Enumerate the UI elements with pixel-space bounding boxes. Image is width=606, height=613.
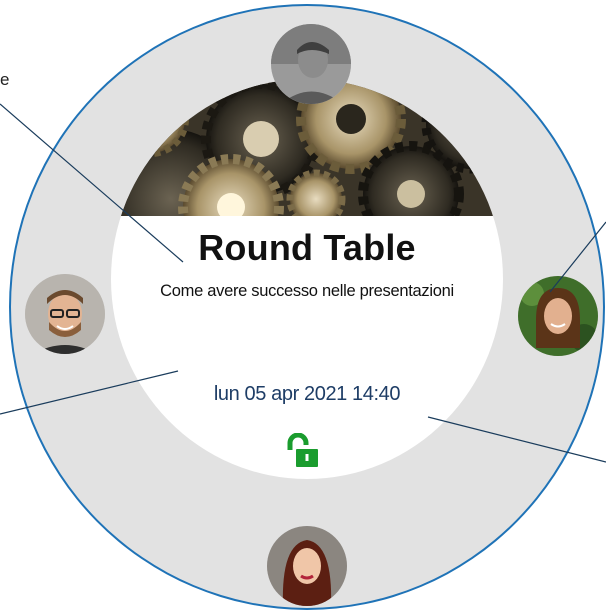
participant-avatar-right[interactable]	[518, 276, 598, 356]
edge-text-fragment: e	[0, 70, 10, 89]
event-datetime: lun 05 apr 2021 14:40	[213, 383, 401, 405]
avatar-photo-icon	[518, 276, 598, 356]
participant-avatar-top[interactable]	[271, 24, 351, 104]
avatar-photo-icon	[267, 526, 347, 606]
event-subtitle: Come avere successo nelle presentazioni	[160, 282, 454, 300]
avatar-photo-icon	[25, 274, 105, 354]
participant-avatar-left[interactable]	[25, 274, 105, 354]
avatar-photo-icon	[271, 24, 351, 104]
event-card[interactable]: Round Table Come avere successo nelle pr…	[111, 79, 503, 479]
round-table-view: e Round Table Come avere successo nelle …	[0, 0, 606, 613]
event-title: Round Table	[198, 227, 416, 268]
unlocked-lock-icon[interactable]	[284, 433, 328, 469]
participant-avatar-bottom[interactable]	[267, 526, 347, 606]
